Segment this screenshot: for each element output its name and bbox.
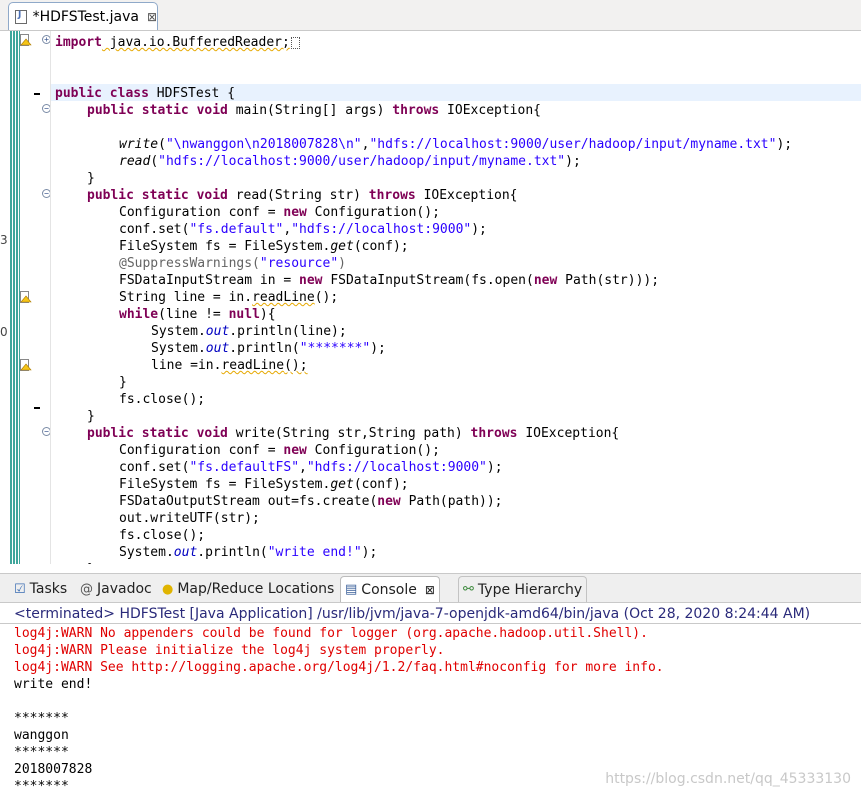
code-line: FSDataInputStream in = new FSDataInputSt… bbox=[119, 273, 660, 288]
code-line: Configuration conf = new Configuration()… bbox=[119, 443, 440, 458]
code-line: fs.close(); bbox=[119, 392, 206, 407]
elephant-icon: ● bbox=[162, 581, 174, 597]
code-line: import java.io.BufferedReader; bbox=[55, 34, 300, 51]
code-line: System.out.println("*******"); bbox=[151, 341, 386, 356]
java-file-icon bbox=[15, 9, 27, 24]
editor-gutter: + − − − bbox=[20, 31, 51, 564]
change-marker bbox=[34, 93, 40, 95]
edge-mark: 3 bbox=[0, 233, 8, 247]
editor-tab-bar: *HDFSTest.java ⊠ bbox=[0, 0, 861, 31]
code-line: } bbox=[87, 561, 95, 564]
code-line: conf.set("fs.default","hdfs://localhost:… bbox=[119, 222, 487, 237]
console-view[interactable]: <terminated> HDFSTest [Java Application]… bbox=[0, 604, 861, 797]
code-line: FileSystem fs = FileSystem.get(conf); bbox=[119, 239, 409, 254]
watermark: https://blog.csdn.net/qq_45333130 bbox=[605, 771, 851, 787]
code-line: write("\nwanggon\n2018007828\n","hdfs://… bbox=[119, 137, 793, 152]
quick-diff-ruler bbox=[10, 31, 20, 564]
console-line: wanggon bbox=[14, 728, 69, 743]
change-marker bbox=[34, 407, 40, 409]
code-line: System.out.println("write end!"); bbox=[119, 545, 378, 560]
console-line: ******* bbox=[14, 745, 69, 760]
code-area[interactable]: import java.io.BufferedReader; public cl… bbox=[50, 31, 861, 564]
edge-mark: 0 bbox=[0, 325, 8, 339]
code-line: while(line != null){ bbox=[119, 307, 276, 322]
console-line: 2018007828 bbox=[14, 762, 93, 777]
code-line: line =in.readLine(); bbox=[151, 358, 308, 373]
tab-map-reduce-locations[interactable]: ● Map/Reduce Locations bbox=[158, 576, 338, 602]
close-tab-icon[interactable]: ⊠ bbox=[425, 583, 435, 597]
editor-tab-title: *HDFSTest.java bbox=[32, 8, 139, 25]
console-line: log4j:WARN Please initialize the log4j s… bbox=[14, 643, 445, 658]
code-line: public static void main(String[] args) t… bbox=[87, 103, 541, 118]
tasks-icon: ☑ bbox=[14, 581, 26, 597]
code-line: @SuppressWarnings("resource") bbox=[119, 256, 346, 271]
console-line: write end! bbox=[14, 677, 93, 692]
warning-icon[interactable] bbox=[20, 34, 32, 46]
code-line: public static void read(String str) thro… bbox=[87, 188, 518, 203]
code-line: FSDataOutputStream out=fs.create(new Pat… bbox=[119, 494, 503, 509]
console-line: ******* bbox=[14, 779, 69, 794]
code-line: public class HDFSTest { bbox=[55, 86, 236, 101]
code-line: } bbox=[87, 171, 95, 186]
code-line: out.writeUTF(str); bbox=[119, 511, 260, 526]
code-line: String line = in.readLine(); bbox=[119, 290, 339, 305]
console-line: log4j:WARN See http://logging.apache.org… bbox=[14, 660, 664, 675]
warning-icon[interactable] bbox=[20, 291, 32, 303]
panel-tab-bar: ☑ Tasks @ Javadoc ● Map/Reduce Locations… bbox=[0, 573, 861, 603]
console-icon: ▤ bbox=[345, 582, 358, 597]
code-line: read("hdfs://localhost:9000/user/hadoop/… bbox=[119, 154, 581, 169]
hierarchy-icon: ⚯ bbox=[463, 582, 474, 597]
tab-javadoc[interactable]: @ Javadoc bbox=[76, 576, 156, 602]
code-line: } bbox=[119, 375, 127, 390]
code-line: FileSystem fs = FileSystem.get(conf); bbox=[119, 477, 409, 492]
at-icon: @ bbox=[80, 581, 93, 597]
console-line: log4j:WARN No appenders could be found f… bbox=[14, 626, 648, 641]
tab-type-hierarchy[interactable]: ⚯ Type Hierarchy bbox=[458, 576, 588, 602]
code-line: public static void write(String str,Stri… bbox=[87, 426, 620, 441]
editor-tab-hdfstest[interactable]: *HDFSTest.java ⊠ bbox=[8, 2, 158, 30]
code-editor[interactable]: + − − − import java.io.BufferedReader; p… bbox=[10, 31, 861, 564]
tab-tasks[interactable]: ☑ Tasks bbox=[10, 576, 71, 602]
warning-icon[interactable] bbox=[20, 359, 32, 371]
code-line: } bbox=[87, 409, 95, 424]
code-line: System.out.println(line); bbox=[151, 324, 347, 339]
console-process-header: <terminated> HDFSTest [Java Application]… bbox=[0, 604, 861, 624]
tab-console[interactable]: ▤ Console ⊠ bbox=[340, 576, 440, 602]
close-tab-icon[interactable]: ⊠ bbox=[147, 10, 157, 24]
code-line: Configuration conf = new Configuration()… bbox=[119, 205, 440, 220]
console-line: ******* bbox=[14, 711, 69, 726]
code-line: fs.close(); bbox=[119, 528, 206, 543]
code-line: conf.set("fs.defaultFS","hdfs://localhos… bbox=[119, 460, 503, 475]
